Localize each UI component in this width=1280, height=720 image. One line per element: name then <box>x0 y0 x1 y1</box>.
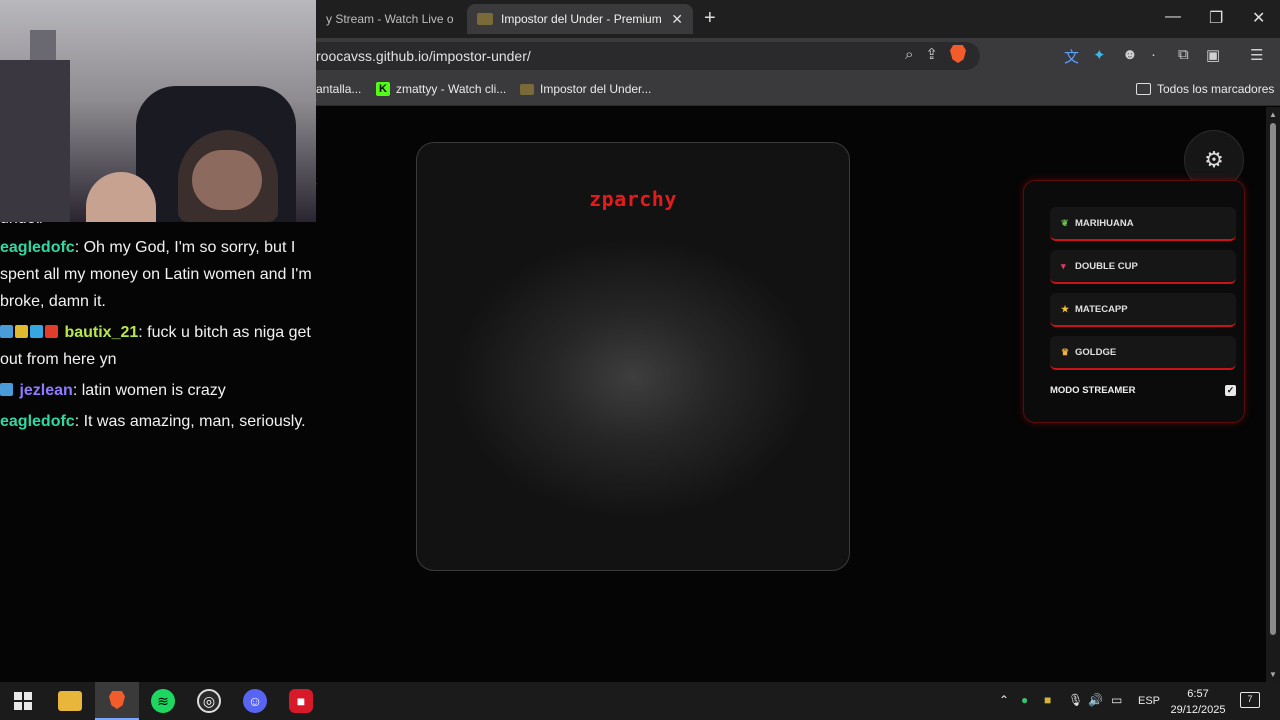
tab-title: y Stream - Watch Live on K <box>326 12 454 26</box>
streamer-mode-checkbox[interactable]: ✓ <box>1225 385 1236 396</box>
chat-username: bautix_21 <box>64 324 139 341</box>
option-label: MATECAPP <box>1075 303 1128 315</box>
badge-icon <box>0 325 13 338</box>
url-field[interactable]: roocavss.github.io/impostor-under/ ⌕ ⇪ <box>300 42 980 70</box>
site-favicon-icon <box>477 13 493 25</box>
extensions-puzzle-icon[interactable]: ⧉ <box>1178 46 1189 63</box>
tray-app-icon[interactable]: ■ <box>1044 693 1051 707</box>
tray-status-icon[interactable]: ● <box>1021 693 1028 707</box>
badge-icon <box>30 325 43 338</box>
page-scrollbar[interactable]: ▲ ▼ <box>1266 107 1280 682</box>
close-tab-icon[interactable]: ✕ <box>671 11 683 28</box>
cup-icon: ▾ <box>1061 260 1066 271</box>
all-bookmarks[interactable]: Todos los marcadores <box>1136 82 1274 96</box>
new-tab-icon[interactable]: + <box>704 7 716 30</box>
option-label: GOLDGE <box>1075 346 1117 358</box>
chat-text: : latin women is crazy <box>72 382 226 399</box>
url-text: roocavss.github.io/impostor-under/ <box>316 48 531 64</box>
scroll-thumb[interactable] <box>1270 123 1276 635</box>
chat-text: : It was amazing, man, seriously. <box>74 413 306 430</box>
extension-icon[interactable]: ✦ <box>1093 46 1106 64</box>
share-icon[interactable]: ⇪ <box>925 45 938 63</box>
tab-kick-stream[interactable]: y Stream - Watch Live on K <box>316 4 464 34</box>
chat-message: jezlean: latin women is crazy <box>0 377 320 404</box>
bookmark-item[interactable]: Impostor del Under... <box>520 82 651 96</box>
screen: y Stream - Watch Live on K Impostor del … <box>0 0 1280 720</box>
leaf-icon: ❦ <box>1061 217 1069 228</box>
trophy-icon: ♛ <box>1061 346 1070 357</box>
extension-cat-icon[interactable]: ☻ <box>1122 46 1138 63</box>
sidebar-icon[interactable]: ▣ <box>1206 46 1220 64</box>
translate-icon[interactable]: 文 <box>1064 46 1079 67</box>
role-card[interactable]: zparchy <box>416 142 850 571</box>
folder-icon <box>1136 83 1151 95</box>
settings-panel: ❦ MARIHUANA ▾ DOUBLE CUP ★ MATECAPP ♛ GO… <box>1023 180 1245 423</box>
spotify-icon[interactable]: ≋ <box>151 689 175 713</box>
webcam-door <box>0 60 70 222</box>
badge-icon <box>15 325 28 338</box>
player-name: zparchy <box>589 187 677 211</box>
file-explorer-icon[interactable] <box>58 691 82 711</box>
option-double-cup[interactable]: ▾ DOUBLE CUP <box>1050 250 1236 284</box>
zoom-icon[interactable]: ⌕ <box>905 46 913 63</box>
notifications-count: 7 <box>1247 694 1253 704</box>
discord-icon[interactable]: ☺ <box>243 689 267 713</box>
windows-taskbar: ≋ ◎ ☺ ■ ⌃ ● ■ 🎙 🔊 ▭ ESP 6:57 29/12/2025 … <box>0 682 1280 720</box>
webcam-shelf <box>30 30 56 64</box>
option-marihuana[interactable]: ❦ MARIHUANA <box>1050 207 1236 241</box>
notifications-icon[interactable]: 7 <box>1240 692 1260 708</box>
all-bookmarks-label: Todos los marcadores <box>1157 82 1275 96</box>
scroll-down-icon[interactable]: ▼ <box>1269 670 1277 679</box>
volume-icon[interactable]: 🔊 <box>1088 693 1103 707</box>
bookmark-item[interactable]: K zmattyy - Watch cli... <box>376 82 506 96</box>
option-matecapp[interactable]: ★ MATECAPP <box>1050 293 1236 327</box>
tab-title: Impostor del Under - Premium B <box>501 12 666 26</box>
badge-icon <box>45 325 58 338</box>
webcam-overlay <box>0 0 316 222</box>
tray-overflow-icon[interactable]: ⌃ <box>999 693 1009 707</box>
start-icon[interactable] <box>11 689 35 713</box>
microphone-icon[interactable]: 🎙 <box>1068 693 1083 707</box>
chat-username: jezlean <box>19 382 73 399</box>
bookmark-item[interactable]: antalla... <box>316 82 361 96</box>
language-indicator[interactable]: ESP <box>1138 695 1160 707</box>
scroll-up-icon[interactable]: ▲ <box>1269 110 1277 119</box>
stream-chat: eagledofc: Oh my God, I'm so sorry, but … <box>0 234 320 439</box>
star-icon: ★ <box>1061 303 1070 314</box>
extension-small-icon[interactable]: · <box>1151 46 1156 63</box>
site-favicon-icon <box>520 83 534 95</box>
clock-date: 29/12/2025 <box>1170 704 1226 716</box>
streamer-mode-label: MODO STREAMER <box>1050 385 1136 396</box>
obs-icon[interactable]: ◎ <box>197 689 221 713</box>
app-icon[interactable]: ■ <box>289 689 313 713</box>
option-label: DOUBLE CUP <box>1075 260 1138 272</box>
bookmark-label: Impostor del Under... <box>540 82 652 96</box>
badge-icon <box>0 383 13 396</box>
webcam-face <box>192 150 262 210</box>
minimize-icon[interactable]: — <box>1165 8 1181 26</box>
chat-message: eagledofc: It was amazing, man, seriousl… <box>0 408 320 435</box>
brave-shields-icon[interactable] <box>950 45 966 63</box>
tab-impostor[interactable]: Impostor del Under - Premium B ✕ <box>467 4 693 34</box>
clock-time: 6:57 <box>1187 688 1209 700</box>
chat-message: eagledofc: Oh my God, I'm so sorry, but … <box>0 234 320 315</box>
streamer-mode-row: MODO STREAMER ✓ <box>1050 385 1236 396</box>
menu-icon[interactable]: ☰ <box>1250 46 1263 64</box>
network-icon[interactable]: ▭ <box>1111 693 1122 707</box>
chat-username: eagledofc <box>0 239 75 256</box>
kick-icon: K <box>376 82 390 96</box>
chat-message: bautix_21: fuck u bitch as niga get out … <box>0 319 320 373</box>
option-label: MARIHUANA <box>1075 217 1134 229</box>
option-goldge[interactable]: ♛ GOLDGE <box>1050 336 1236 370</box>
chat-username: eagledofc <box>0 413 75 430</box>
restore-icon[interactable]: ❐ <box>1209 8 1223 28</box>
clock[interactable]: 6:57 29/12/2025 <box>1166 686 1230 718</box>
close-window-icon[interactable]: ✕ <box>1252 8 1265 28</box>
bookmark-label: antalla... <box>316 82 362 96</box>
bookmark-label: zmattyy - Watch cli... <box>396 82 507 96</box>
brave-browser-icon[interactable] <box>95 682 139 720</box>
